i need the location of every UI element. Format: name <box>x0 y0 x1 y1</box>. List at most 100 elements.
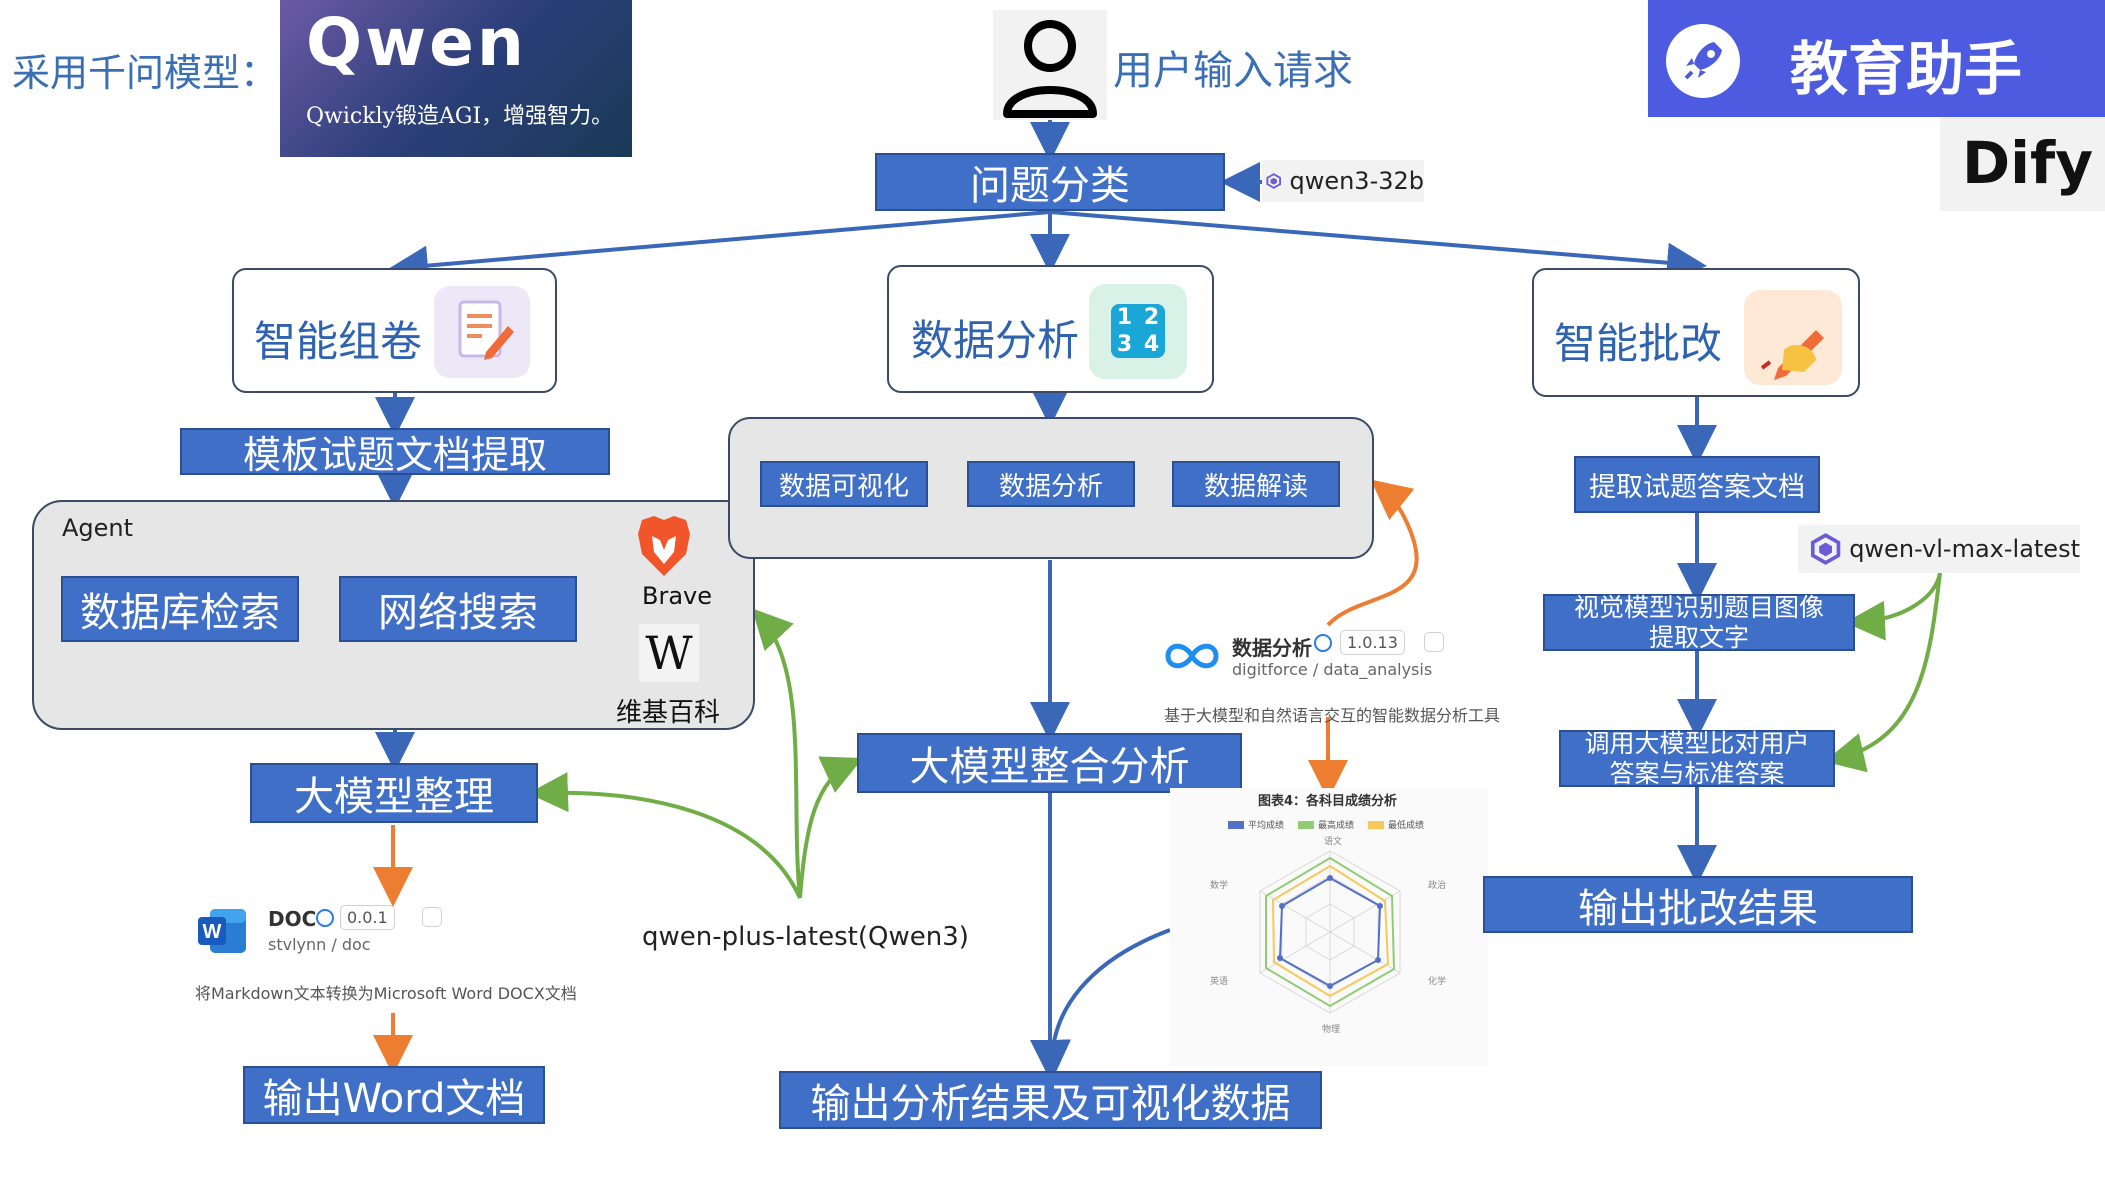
qwen-logo-panel: Qwen Qwickly锻造AGI，增强智力。 <box>280 0 632 157</box>
tool-interpret-label: 数据解读 <box>1203 471 1308 502</box>
number-grid-icon: 1 2 3 4 <box>1089 284 1187 379</box>
vision-box: 视觉模型识别题目图像 提取文字 <box>1543 592 1855 652</box>
web-search-box: 网络搜索 <box>339 576 577 642</box>
legend-label-avg: 平均成绩 <box>1248 821 1285 831</box>
grading-extract-label: 提取试题答案文档 <box>1589 472 1805 503</box>
rocket-icon <box>1666 24 1740 98</box>
wikipedia-icon: W <box>639 624 699 682</box>
arrow-qwen-to-agent <box>751 608 802 899</box>
arrow-classifier-to-grading <box>1049 210 1707 283</box>
arrow-qwen-to-integrate <box>798 756 863 899</box>
agent-label: Agent <box>62 514 134 542</box>
app-name: 教育助手 <box>1790 35 2023 103</box>
grading-output-label: 输出批改结果 <box>1578 885 1818 932</box>
doc-plugin-desc: 将Markdown文本转换为Microsoft Word DOCX文档 <box>195 984 577 1003</box>
arrow-qwen-to-organize <box>528 772 802 899</box>
dify-logo-text: Dify <box>1962 129 2094 197</box>
web-search-label: 网络搜索 <box>378 590 538 636</box>
tool-analyze-label: 数据分析 <box>998 471 1103 502</box>
app-banner: 教育助手 <box>1648 0 2105 117</box>
radar-legend: 平均成绩 最高成绩 最低成绩 <box>1228 818 1468 834</box>
document-edit-icon <box>434 286 530 378</box>
legend-swatch-avg <box>1228 821 1244 829</box>
vl-model-name: qwen-vl-max-latest <box>1849 535 2080 563</box>
grading-branch-card: 智能批改 <box>1532 268 1860 397</box>
doc-plugin-card: W DOC 0.0.1 stvlynn / doc 将Markdown文本转换为… <box>190 895 610 1013</box>
qwen-model-icon <box>1810 533 1841 565</box>
doc-plugin-author: stvlynn / doc <box>268 935 371 954</box>
analysis-tools-container: 数据可视化 数据分析 数据解读 <box>728 417 1374 559</box>
radar-chart: 语文 政治 化学 物理 英语 数学 <box>1210 836 1446 1034</box>
analysis-plugin-version: 1.0.13 <box>1340 630 1405 655</box>
db-search-box: 数据库检索 <box>61 576 299 642</box>
compare-label-line2: 答案与标准答案 <box>1609 758 1785 788</box>
model-label: 采用千问模型： <box>12 51 279 95</box>
shared-model-name: qwen-plus-latest(Qwen3) <box>642 922 969 952</box>
analysis-plugin-card: 数据分析 1.0.13 digitforce / data_analysis 基… <box>1160 626 1520 726</box>
legend-swatch-min <box>1368 821 1384 829</box>
analysis-plugin-author: digitforce / data_analysis <box>1232 660 1433 679</box>
user-icon <box>993 10 1107 120</box>
organize-label: 大模型整理 <box>294 774 494 820</box>
link-icon <box>422 907 442 927</box>
doc-plugin-name: DOC <box>268 907 317 931</box>
legend-label-min: 最低成绩 <box>1388 821 1425 831</box>
svg-text:W: W <box>203 921 222 943</box>
infinity-icon <box>1164 636 1220 676</box>
shared-model-tag: qwen-plus-latest(Qwen3) <box>632 914 969 960</box>
legend-swatch-max <box>1298 821 1314 829</box>
vl-model-tag: qwen-vl-max-latest <box>1798 525 2080 573</box>
grading-output-box: 输出批改结果 <box>1483 876 1913 933</box>
analysis-output-label: 输出分析结果及可视化数据 <box>810 1081 1291 1127</box>
exam-branch-card: 智能组卷 <box>232 268 557 393</box>
radar-axis-label: 语文 <box>1324 836 1342 846</box>
dify-logo: Dify <box>1940 117 2105 211</box>
digit-2: 2 <box>1143 305 1160 330</box>
qwen-slogan: Qwickly锻造AGI，增强智力。 <box>306 104 614 129</box>
exam-extract-label: 模板试题文档提取 <box>242 433 547 477</box>
tool-interpret-box: 数据解读 <box>1172 461 1340 507</box>
qwen-logo-text: Qwen <box>306 4 527 81</box>
compare-label-line1: 调用大模型比对用户 <box>1584 728 1810 758</box>
integrate-box: 大模型整合分析 <box>857 733 1242 793</box>
analysis-branch-card: 数据分析 1 2 3 4 <box>887 265 1214 393</box>
user-input-label: 用户输入请求 <box>1113 48 1353 94</box>
radar-axis-label: 数学 <box>1210 879 1228 890</box>
integrate-label: 大模型整合分析 <box>909 744 1190 790</box>
arrow-classifier-to-exam <box>388 210 1051 286</box>
digit-3: 3 <box>1116 332 1133 357</box>
db-search-label: 数据库检索 <box>80 590 280 636</box>
analysis-output-box: 输出分析结果及可视化数据 <box>779 1071 1322 1129</box>
analysis-branch-title: 数据分析 <box>911 316 1080 365</box>
radar-chart-panel: 图表4：各科目成绩分析 平均成绩 最高成绩 最低成绩 语文 政治 化学 物理 英… <box>1170 788 1488 1066</box>
vision-label-line2: 提取文字 <box>1648 622 1749 652</box>
digit-1: 1 <box>1116 305 1133 330</box>
classifier-model-tag: qwen3-32b <box>1262 160 1424 202</box>
grading-branch-title: 智能批改 <box>1554 319 1723 368</box>
radar-chart-title: 图表4：各科目成绩分析 <box>1258 794 1398 809</box>
word-output-box: 输出Word文档 <box>243 1066 545 1124</box>
arrow-chart-to-output <box>1031 928 1171 1080</box>
compare-box: 调用大模型比对用户 答案与标准答案 <box>1559 728 1835 788</box>
qwen-model-icon <box>1266 173 1281 189</box>
wiki-glyph: W <box>645 626 693 680</box>
analysis-plugin-desc: 基于大模型和自然语言交互的智能数据分析工具 <box>1164 706 1501 725</box>
digit-4: 4 <box>1143 332 1160 357</box>
organize-box: 大模型整理 <box>250 763 538 823</box>
arrow-vl-to-vision <box>1845 572 1942 641</box>
word-icon: W <box>196 905 248 957</box>
radar-axis-label: 英语 <box>1210 975 1228 986</box>
doc-plugin-version: 0.0.1 <box>340 905 395 930</box>
classifier-label: 问题分类 <box>970 163 1130 209</box>
link-icon <box>1424 632 1444 652</box>
radar-axis-label: 政治 <box>1428 879 1446 890</box>
verified-icon <box>316 909 334 927</box>
tool-analyze-box: 数据分析 <box>967 461 1135 507</box>
vision-label-line1: 视觉模型识别题目图像 <box>1573 592 1824 622</box>
pencil-writing-icon <box>1744 290 1842 385</box>
radar-axis-label: 物理 <box>1322 1023 1340 1034</box>
classifier-box: 问题分类 <box>875 153 1225 211</box>
tool-visualize-box: 数据可视化 <box>760 461 928 507</box>
wiki-label: 维基百科 <box>616 698 721 728</box>
classifier-model-name: qwen3-32b <box>1289 167 1424 195</box>
